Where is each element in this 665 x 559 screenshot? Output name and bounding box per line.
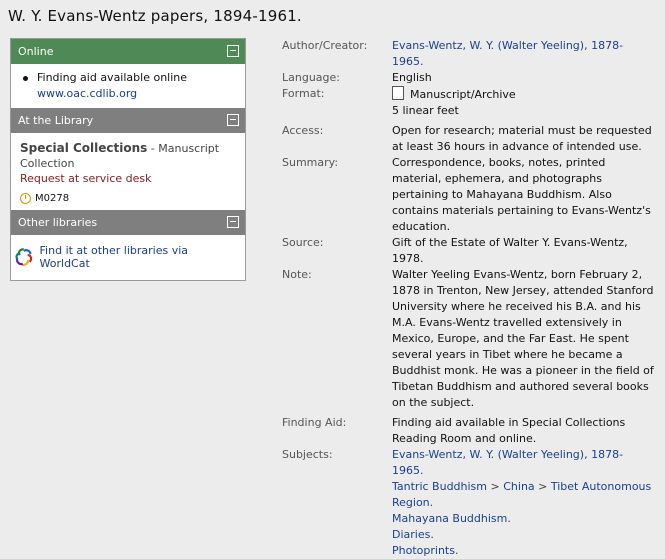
summary-row: Summary: Correspondence, books, notes, p… <box>282 155 654 235</box>
subject-link[interactable]: Photoprints. <box>392 543 654 559</box>
source-row: Source: Gift of the Estate of Walter Y. … <box>282 235 654 267</box>
author-row: Author/Creator: Evans-Wentz, W. Y. (Walt… <box>282 38 654 70</box>
access-label: Access: <box>282 124 324 137</box>
library-name: Special Collections <box>20 141 148 155</box>
other-libraries-header[interactable]: Other libraries <box>11 210 245 235</box>
author-label: Author/Creator: <box>282 39 368 52</box>
author-link[interactable]: Evans-Wentz, W. Y. (Walter Yeeling), 187… <box>392 38 654 70</box>
format-row: Format: Manuscript/Archive 5 linear feet <box>282 86 654 119</box>
other-header-label: Other libraries <box>18 216 98 229</box>
worldcat-link[interactable]: Find it at other libraries via WorldCat <box>40 244 237 270</box>
record-details: Author/Creator: Evans-Wentz, W. Y. (Walt… <box>282 38 654 559</box>
subject-link[interactable]: Mahayana Buddhism. <box>392 511 654 527</box>
call-number: M0278 <box>35 193 70 204</box>
language-value: English <box>392 71 432 84</box>
oac-link[interactable]: www.oac.cdlib.org <box>37 86 237 102</box>
online-item: Finding aid available online www.oac.cdl… <box>21 70 237 102</box>
library-section-header[interactable]: At the Library <box>11 108 245 133</box>
format-type: Manuscript/Archive <box>410 88 516 101</box>
library-section-body: Special Collections - Manuscript Collect… <box>11 133 245 210</box>
format-label: Format: <box>282 87 325 100</box>
online-section-header[interactable]: Online <box>11 39 245 64</box>
format-extent: 5 linear feet <box>392 104 459 117</box>
library-header-label: At the Library <box>18 114 94 127</box>
subjects-list: Evans-Wentz, W. Y. (Walter Yeeling), 187… <box>392 447 654 559</box>
subjects-row: Subjects: Evans-Wentz, W. Y. (Walter Yee… <box>282 447 654 559</box>
request-link[interactable]: Request at service desk <box>20 171 237 187</box>
library-separator: - <box>147 142 159 155</box>
call-number-row: M0278 <box>20 193 237 204</box>
sidebar-panel: Online Finding aid available online www.… <box>10 38 246 281</box>
note-value: Walter Yeeling Evans-Wentz, born Februar… <box>392 268 654 409</box>
subject-link[interactable]: Evans-Wentz, W. Y. (Walter Yeeling), 187… <box>392 447 654 479</box>
online-item-text: Finding aid available online <box>37 71 188 84</box>
language-row: Language: English <box>282 70 654 86</box>
library-collection-a: Manuscript <box>158 142 220 155</box>
subject-link[interactable]: Tantric Buddhism <box>392 480 487 493</box>
access-row: Access: Open for research; material must… <box>282 123 654 155</box>
summary-label: Summary: <box>282 156 339 169</box>
finding-aid-value: Finding aid available in Special Collect… <box>392 416 626 445</box>
library-collection-b: Collection <box>20 157 75 170</box>
source-label: Source: <box>282 236 324 249</box>
summary-value: Correspondence, books, notes, printed ma… <box>392 156 651 233</box>
subject-separator: > <box>534 480 551 493</box>
finding-aid-row: Finding Aid: Finding aid available in Sp… <box>282 415 654 447</box>
page-title: W. Y. Evans-Wentz papers, 1894-1961. <box>8 7 302 25</box>
subject-link[interactable]: Diaries. <box>392 527 654 543</box>
subject-separator: > <box>487 480 504 493</box>
collapse-icon[interactable] <box>227 216 239 228</box>
clock-icon <box>20 193 31 204</box>
note-row: Note: Walter Yeeling Evans-Wentz, born F… <box>282 267 654 411</box>
library-heading: Special Collections - Manuscript <box>20 141 237 156</box>
collapse-icon[interactable] <box>227 45 239 57</box>
other-libraries-body: Find it at other libraries via WorldCat <box>11 235 245 280</box>
note-label: Note: <box>282 268 312 281</box>
access-value: Open for research; material must be requ… <box>392 124 652 153</box>
source-value: Gift of the Estate of Walter Y. Evans-We… <box>392 236 628 265</box>
finding-aid-label: Finding Aid: <box>282 416 347 429</box>
language-label: Language: <box>282 71 340 84</box>
document-icon <box>392 86 404 100</box>
subjects-label: Subjects: <box>282 448 333 461</box>
online-section-body: Finding aid available online www.oac.cdl… <box>11 64 245 108</box>
worldcat-icon <box>15 247 33 266</box>
subject-link[interactable]: China <box>503 480 534 493</box>
subject-chain: Tantric Buddhism > China > Tibet Autonom… <box>392 479 654 511</box>
format-value: Manuscript/Archive 5 linear feet <box>392 86 654 119</box>
collapse-icon[interactable] <box>227 114 239 126</box>
online-header-label: Online <box>18 45 54 58</box>
